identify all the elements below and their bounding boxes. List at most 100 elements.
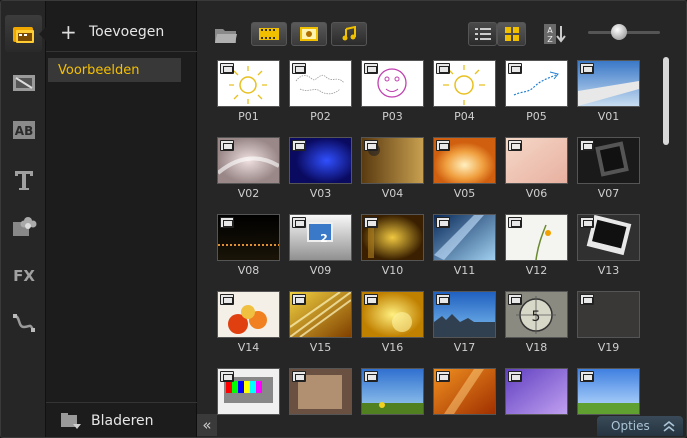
video-badge-icon xyxy=(580,63,594,74)
thumbnail-label: V07 xyxy=(597,187,620,200)
thumbnail-image[interactable] xyxy=(361,60,424,107)
library-sidebar: + Toevoegen Voorbeelden Bladeren xyxy=(46,1,197,437)
thumbnail-image[interactable] xyxy=(505,137,568,184)
media-thumbnail[interactable]: 2 V09 xyxy=(289,214,352,278)
options-button[interactable]: Opties xyxy=(597,416,683,436)
sort-button[interactable]: A Z xyxy=(541,22,567,46)
media-thumbnail[interactable]: 5 V18 xyxy=(505,291,568,355)
grid-scrollbar[interactable] xyxy=(662,53,670,415)
sidebar-item-voorbeelden[interactable]: Voorbeelden xyxy=(48,58,181,82)
show-audio-toggle[interactable] xyxy=(331,22,367,46)
media-thumbnail[interactable]: V11 xyxy=(433,214,496,278)
thumbnail-image[interactable] xyxy=(505,368,568,415)
thumbnail-image[interactable] xyxy=(361,137,424,184)
rail-media-button[interactable] xyxy=(5,15,42,52)
show-video-toggle[interactable] xyxy=(251,22,287,46)
browse-button[interactable]: Bladeren xyxy=(46,402,197,437)
thumbnail-image[interactable] xyxy=(217,214,280,261)
ab-text: AB xyxy=(14,124,32,138)
media-thumbnail[interactable]: V12 xyxy=(505,214,568,278)
thumbnail-image[interactable] xyxy=(577,137,640,184)
thumbnail-image[interactable] xyxy=(289,60,352,107)
thumbnail-image[interactable] xyxy=(505,60,568,107)
add-button[interactable]: + Toevoegen xyxy=(46,17,197,47)
thumbnail-image[interactable] xyxy=(433,368,496,415)
thumbnail-image[interactable] xyxy=(217,291,280,338)
thumbnail-image[interactable] xyxy=(217,137,280,184)
media-thumbnail[interactable]: V08 xyxy=(217,214,280,278)
thumbnail-image[interactable] xyxy=(289,137,352,184)
media-thumbnail[interactable]: V16 xyxy=(361,291,424,355)
media-folder-icon xyxy=(12,26,34,43)
media-thumbnail[interactable]: V10 xyxy=(361,214,424,278)
collapse-library-button[interactable]: « xyxy=(197,414,217,436)
rail-graphics-button[interactable] xyxy=(5,207,42,244)
media-thumbnail[interactable]: V19 xyxy=(577,291,640,355)
thumbnail-image[interactable] xyxy=(217,368,280,415)
media-thumbnail[interactable]: V17 xyxy=(433,291,496,355)
thumbnail-image[interactable] xyxy=(577,368,640,415)
add-label: Toevoegen xyxy=(89,24,165,40)
video-badge-icon xyxy=(220,294,234,305)
thumbnail-image[interactable] xyxy=(433,214,496,261)
thumbnail-image[interactable]: 5 xyxy=(505,291,568,338)
open-folder-button[interactable] xyxy=(213,23,239,47)
sidebar-divider xyxy=(46,51,197,52)
thumbnail-view-button[interactable] xyxy=(497,22,526,46)
show-photo-toggle[interactable] xyxy=(291,22,327,46)
scrollbar-thumb[interactable] xyxy=(663,57,669,145)
rail-path-button[interactable] xyxy=(5,304,42,341)
media-thumbnail[interactable]: P03 xyxy=(361,60,424,124)
thumbnail-size-handle[interactable] xyxy=(611,24,627,40)
thumbnail-image[interactable] xyxy=(433,137,496,184)
media-thumbnail[interactable]: V15 xyxy=(289,291,352,355)
media-thumbnail[interactable] xyxy=(289,368,352,432)
media-thumbnail[interactable]: P01 xyxy=(217,60,280,124)
media-thumbnail[interactable] xyxy=(433,368,496,432)
thumbnail-image[interactable] xyxy=(361,291,424,338)
thumbnail-image[interactable] xyxy=(577,214,640,261)
thumbnail-image[interactable] xyxy=(577,60,640,107)
thumbnail-image[interactable] xyxy=(577,291,640,338)
video-badge-icon xyxy=(364,371,378,382)
thumbnail-label: V01 xyxy=(597,110,620,123)
media-thumbnail[interactable]: P02 xyxy=(289,60,352,124)
rail-fx-button[interactable]: FX xyxy=(5,256,42,293)
thumbnail-image[interactable]: 2 xyxy=(289,214,352,261)
media-thumbnail[interactable]: V05 xyxy=(433,137,496,201)
media-thumbnail[interactable]: V14 xyxy=(217,291,280,355)
list-view-button[interactable] xyxy=(468,22,497,46)
media-thumbnail[interactable] xyxy=(505,368,568,432)
category-rail: AB FX xyxy=(1,1,46,437)
rail-text-button[interactable] xyxy=(5,161,42,198)
library-panel: A Z P01 P02 P03 P04 P05 V01 V02 V03 V04 V05 V06 V07… xyxy=(197,1,686,437)
thumbnail-image[interactable] xyxy=(217,60,280,107)
photo-badge-icon xyxy=(436,63,450,74)
rail-title-ab-button[interactable]: AB xyxy=(5,111,42,148)
media-thumbnail[interactable]: V03 xyxy=(289,137,352,201)
thumbnail-image[interactable] xyxy=(361,214,424,261)
thumbnail-image[interactable] xyxy=(289,291,352,338)
video-badge-icon xyxy=(580,140,594,151)
thumbnail-label: V04 xyxy=(381,187,404,200)
media-thumbnail[interactable]: V07 xyxy=(577,137,640,201)
rail-transition-button[interactable] xyxy=(5,64,42,101)
video-badge-icon xyxy=(220,140,234,151)
thumbnail-image[interactable] xyxy=(433,60,496,107)
media-thumbnail[interactable] xyxy=(217,368,280,432)
media-thumbnail[interactable]: P05 xyxy=(505,60,568,124)
media-thumbnail[interactable]: V13 xyxy=(577,214,640,278)
media-thumbnail[interactable]: V01 xyxy=(577,60,640,124)
svg-text:Z: Z xyxy=(547,35,553,44)
thumbnail-image[interactable] xyxy=(289,368,352,415)
media-thumbnail[interactable]: V02 xyxy=(217,137,280,201)
fx-text: FX xyxy=(13,267,35,285)
thumbnail-image[interactable] xyxy=(361,368,424,415)
media-thumbnail[interactable]: P04 xyxy=(433,60,496,124)
media-thumbnail[interactable]: V04 xyxy=(361,137,424,201)
transition-film-icon xyxy=(12,74,35,91)
media-thumbnail[interactable]: V06 xyxy=(505,137,568,201)
thumbnail-image[interactable] xyxy=(505,214,568,261)
thumbnail-image[interactable] xyxy=(433,291,496,338)
media-thumbnail[interactable] xyxy=(361,368,424,432)
